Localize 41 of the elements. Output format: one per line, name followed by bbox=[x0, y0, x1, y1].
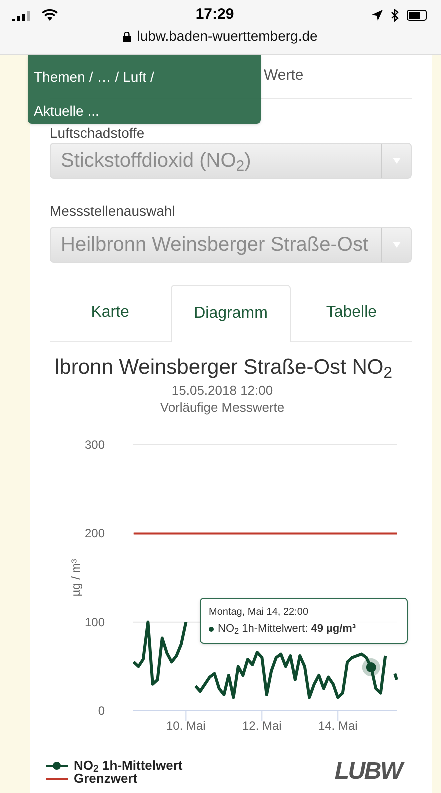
chart-caption: Vorläufige Messwerte bbox=[159, 399, 286, 416]
breadcrumb-link[interactable]: Luft bbox=[123, 67, 146, 88]
y-tick-label: 200 bbox=[84, 526, 105, 541]
field-label: Messstellenauswahl bbox=[50, 202, 176, 221]
select-value: Stickstoffdioxid (NO$_{2}$) bbox=[60, 149, 252, 176]
lock-icon bbox=[123, 32, 132, 42]
battery-icon bbox=[407, 10, 429, 20]
bluetooth-icon bbox=[391, 8, 399, 22]
x-tick bbox=[262, 710, 263, 722]
tooltip-date: Montag, Mai 14, 22:00 bbox=[209, 606, 310, 620]
x-tick-label: 14. Mai bbox=[318, 719, 358, 733]
x-tick bbox=[338, 710, 339, 722]
select-value: Heilbronn Weinsberger Straße-Ost bbox=[60, 233, 370, 258]
y-tick-label: 300 bbox=[84, 438, 105, 452]
y-tick-label: 100 bbox=[84, 615, 105, 630]
breadcrumb-link[interactable]: Themen bbox=[34, 67, 86, 88]
tab[interactable]: Diagramm bbox=[170, 285, 292, 342]
tab[interactable]: Karte bbox=[50, 284, 171, 341]
breadcrumb-separator: / bbox=[150, 68, 154, 87]
url-text: lubw.baden-wuerttemberg.de bbox=[137, 27, 318, 46]
tooltip-value: NO$_{2}$ 1h-Mittelwert: 49 µg/m³ bbox=[218, 622, 356, 637]
chart-title: lbronn Weinsberger Straße-Ost NO$_{2}$ bbox=[55, 356, 392, 379]
line-marker-icon bbox=[46, 760, 68, 770]
page-heading: Werte bbox=[264, 66, 304, 86]
x-tick-label: 10. Mai bbox=[166, 719, 206, 733]
chart-subtitle: 15.05.2018 12:00 bbox=[170, 382, 274, 399]
breadcrumb-link[interactable]: … bbox=[97, 67, 112, 88]
y-axis-title: µg / m³ bbox=[69, 559, 83, 597]
location-arrow-icon bbox=[372, 10, 383, 20]
y-tick-label: 0 bbox=[98, 704, 105, 718]
hover-marker bbox=[362, 658, 380, 677]
breadcrumb-current: Aktuelle ... bbox=[34, 102, 100, 121]
clock-time: 17:29 bbox=[196, 4, 234, 25]
wifi-icon bbox=[42, 9, 58, 21]
breadcrumb-separator: / bbox=[89, 68, 94, 87]
logo: LUBW bbox=[334, 759, 402, 785]
breadcrumb-separator: / bbox=[115, 68, 120, 87]
field-label: Luftschadstoffe bbox=[50, 125, 145, 143]
x-tick-label: 12. Mai bbox=[242, 719, 282, 733]
x-tick bbox=[186, 710, 187, 722]
tab[interactable]: Tabelle bbox=[291, 284, 412, 341]
